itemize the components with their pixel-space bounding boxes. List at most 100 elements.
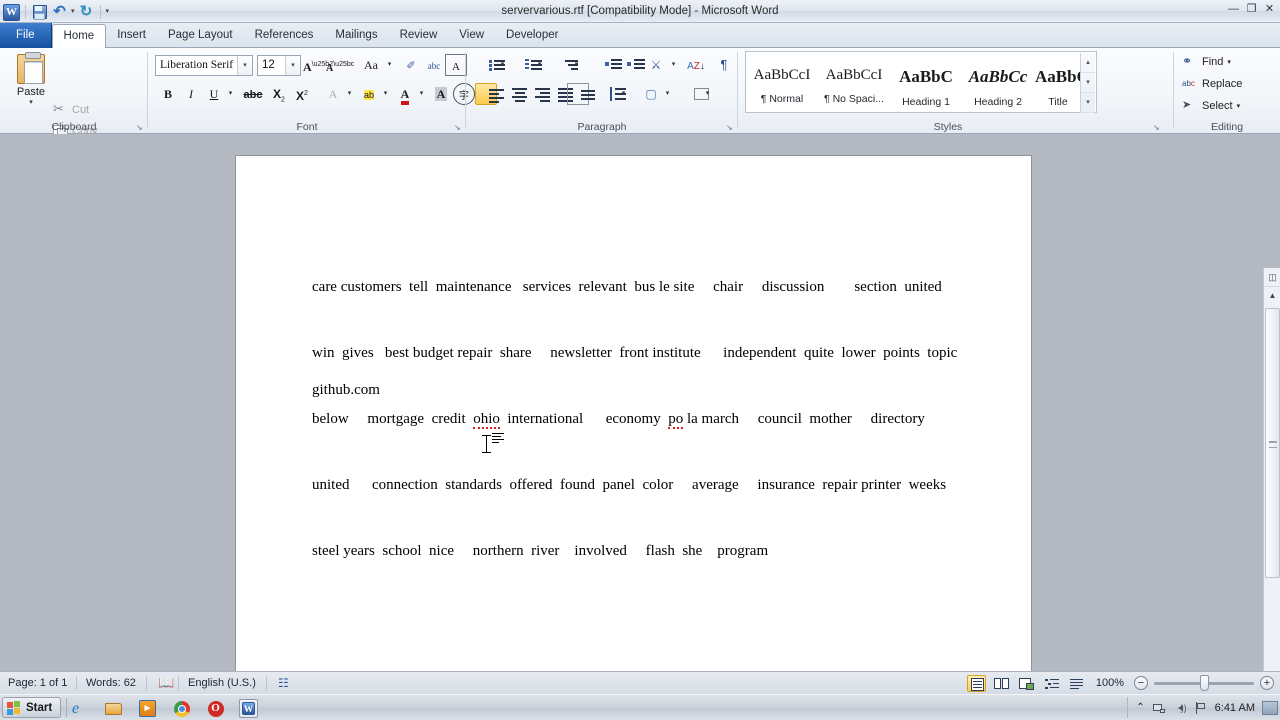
style-heading-2[interactable]: AaBbCc Heading 2 [962, 56, 1034, 116]
font-dialog-launcher[interactable]: ↘ [454, 123, 463, 132]
font-color-caret-icon[interactable]: ▾ [416, 83, 427, 105]
taskbar-internet-explorer-icon[interactable]: e [72, 699, 91, 718]
shading-caret-icon[interactable]: ▾ [662, 83, 673, 105]
grow-font-button[interactable]: A\u25b2 [303, 54, 333, 76]
taskbar-media-player-icon[interactable]: ► [139, 699, 158, 718]
styles-dialog-launcher[interactable]: ↘ [1153, 123, 1162, 132]
system-clock[interactable]: 6:41 AM [1215, 702, 1255, 714]
show-desktop-button[interactable] [1262, 700, 1278, 715]
subscript-button[interactable]: X2 [268, 83, 290, 105]
tab-developer[interactable]: Developer [495, 23, 569, 48]
highlight-button[interactable]: ab [358, 83, 380, 105]
tab-view[interactable]: View [448, 23, 495, 48]
replace-button[interactable]: abc Replace [1182, 76, 1242, 92]
bullets-button[interactable] [475, 54, 505, 76]
distributed-button[interactable] [567, 83, 595, 105]
style-title[interactable]: AaBbC Title [1034, 56, 1089, 116]
taskbar-microsoft-word-icon[interactable]: W [239, 699, 258, 718]
web-layout-view-button[interactable] [1017, 675, 1036, 692]
highlight-caret-icon[interactable]: ▾ [380, 83, 391, 105]
document-page[interactable]: care customers tell maintenance services… [236, 156, 1031, 671]
taskbar-windows-explorer-icon[interactable] [105, 699, 124, 718]
font-color-button[interactable]: A [394, 83, 416, 105]
borders-button[interactable] [680, 83, 709, 105]
word-count[interactable]: Words: 62 [78, 672, 144, 694]
numbering-caret-icon[interactable]: ▾ [534, 54, 545, 76]
tab-file[interactable]: File [0, 23, 52, 48]
macro-record-icon[interactable]: ☷ [270, 672, 297, 694]
taskbar-opera-icon[interactable]: O [206, 699, 225, 718]
zoom-slider[interactable] [1154, 674, 1254, 691]
multilevel-list-button[interactable] [549, 54, 578, 76]
style-normal[interactable]: AaBbCcI ¶ Normal [746, 56, 818, 116]
zoom-out-button[interactable]: − [1134, 676, 1148, 690]
scroll-up-button[interactable]: ▲ [1264, 288, 1280, 305]
find-caret-icon[interactable]: ▾ [1227, 58, 1231, 66]
justify-button[interactable] [544, 83, 573, 105]
restore-button[interactable]: ❐ [1243, 2, 1260, 18]
paragraph-dialog-launcher[interactable]: ↘ [726, 123, 735, 132]
clipboard-dialog-launcher[interactable]: ↘ [136, 123, 145, 132]
scroll-thumb[interactable] [1265, 308, 1280, 578]
zoom-slider-thumb[interactable] [1200, 674, 1209, 691]
text-effects-button[interactable]: A [322, 83, 344, 105]
document-url-text[interactable]: github.com [312, 382, 380, 399]
line-spacing-button[interactable] [596, 83, 626, 105]
zoom-level-label[interactable]: 100% [1096, 677, 1124, 689]
tab-mailings[interactable]: Mailings [324, 23, 388, 48]
underline-button[interactable]: U [203, 83, 225, 105]
document-body-text[interactable]: care customers tell maintenance services… [312, 232, 972, 606]
start-button[interactable]: Start [2, 697, 62, 718]
character-border-button[interactable]: A [445, 54, 467, 76]
shading-character-button[interactable]: A [430, 83, 452, 105]
ruler-toggle-icon[interactable]: ◫ [1264, 268, 1280, 287]
paste-button[interactable]: Paste ▾ [8, 52, 54, 116]
paste-caret-icon[interactable]: ▾ [8, 98, 54, 106]
increase-indent-button[interactable] [615, 54, 645, 76]
bullets-caret-icon[interactable]: ▾ [497, 54, 508, 76]
change-case-button[interactable]: Aa [357, 54, 385, 76]
action-center-flag-icon[interactable] [1194, 701, 1208, 715]
cut-button[interactable]: Cut [52, 101, 89, 118]
text-effects-caret-icon[interactable]: ▾ [344, 83, 355, 105]
select-caret-icon[interactable]: ▾ [1237, 102, 1241, 110]
styles-more-button[interactable]: ▾ [1081, 93, 1095, 113]
tab-review[interactable]: Review [389, 23, 449, 48]
style-heading-1[interactable]: AaBbC Heading 1 [890, 56, 962, 116]
font-size-combo[interactable]: 12 ▾ [257, 55, 301, 76]
language-indicator[interactable]: English (U.S.) [180, 672, 264, 694]
misspelled-word[interactable]: ohio [473, 411, 500, 429]
tab-references[interactable]: References [244, 23, 325, 48]
network-icon[interactable] [1152, 701, 1166, 715]
align-center-button[interactable] [498, 83, 527, 105]
tab-insert[interactable]: Insert [106, 23, 157, 48]
select-button[interactable]: ➤ Select ▾ [1182, 98, 1240, 114]
shrink-font-button[interactable]: A\u25bc [326, 54, 354, 76]
multilevel-caret-icon[interactable]: ▾ [571, 54, 582, 76]
volume-icon[interactable]: )) [1173, 701, 1187, 715]
page-indicator[interactable]: Page: 1 of 1 [0, 672, 75, 694]
change-case-caret-icon[interactable]: ▾ [384, 54, 395, 76]
sort-button[interactable]: AZ↓ [685, 54, 707, 76]
align-right-button[interactable] [521, 83, 550, 105]
numbering-button[interactable] [512, 54, 542, 76]
show-hidden-icons-button[interactable]: ⌃ [1136, 702, 1144, 713]
print-layout-view-button[interactable] [966, 674, 986, 692]
font-size-caret-icon[interactable]: ▾ [285, 56, 300, 75]
tab-home[interactable]: Home [51, 24, 107, 49]
draft-view-button[interactable] [1067, 675, 1086, 692]
font-family-combo[interactable]: Liberation Serif ▾ [155, 55, 253, 76]
clear-formatting-button[interactable]: ✐ [400, 54, 422, 76]
underline-caret-icon[interactable]: ▾ [225, 83, 236, 105]
decrease-indent-button[interactable] [592, 54, 622, 76]
styles-scroll-down[interactable]: ▾ [1081, 73, 1095, 93]
bold-button[interactable]: B [157, 83, 179, 105]
find-button[interactable]: ⚭ Find ▾ [1182, 54, 1231, 70]
shading-button[interactable]: ▢ [640, 83, 662, 105]
show-formatting-marks-button[interactable]: ¶ [713, 54, 735, 76]
vertical-scrollbar[interactable]: ◫ ▲ ▼ ⤒ ○ ⤓ [1263, 268, 1280, 720]
strikethrough-button[interactable]: abc [240, 83, 266, 105]
asian-layout-caret-icon[interactable]: ▾ [668, 54, 679, 76]
styles-scroll-up[interactable]: ▴ [1081, 53, 1095, 73]
outline-view-button[interactable] [1042, 675, 1061, 692]
